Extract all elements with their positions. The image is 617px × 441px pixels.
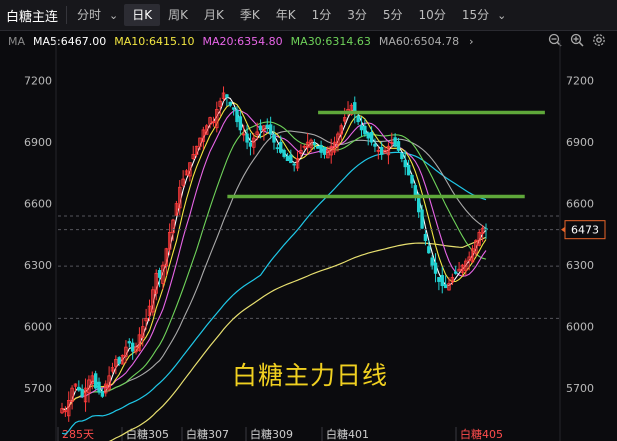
candle-body (363, 125, 367, 135)
candle-body (279, 141, 283, 153)
tab-1min[interactable]: 1分 (304, 4, 340, 26)
candle-body (238, 116, 243, 131)
candle-body (400, 153, 404, 159)
candle-body (420, 209, 424, 229)
candle-body (427, 246, 431, 254)
candle-body (393, 137, 397, 147)
candle-body (423, 233, 428, 241)
candle-body (454, 271, 458, 274)
contract-title[interactable]: 白糖主连 (0, 6, 64, 25)
candle-body (406, 164, 411, 176)
candle-body (322, 147, 327, 155)
candle-body (316, 145, 320, 149)
candle-body (289, 154, 293, 164)
candle-body (319, 144, 323, 153)
tab-5min[interactable]: 5分 (375, 4, 411, 26)
y-tick-label: 6300 (566, 259, 594, 272)
candle-body (130, 342, 135, 352)
candle-body (369, 132, 374, 143)
candle-body (282, 149, 286, 157)
candle-body (433, 262, 438, 274)
candle-body (235, 109, 239, 123)
y-tick-label: 7200 (24, 75, 52, 88)
chart-annotation: 白糖主力日线 (232, 361, 388, 390)
candle-body (379, 146, 384, 155)
candle-body (373, 143, 377, 147)
y-tick-label: 6600 (566, 198, 594, 211)
candle-body (356, 115, 360, 123)
y-tick-label: 6900 (566, 136, 594, 149)
candle-body (403, 160, 407, 168)
candle-body (272, 134, 276, 143)
candle-body (268, 124, 273, 135)
chevron-down-icon[interactable]: ⌄ (109, 9, 124, 22)
x-tick-label: 白糖405 (460, 427, 503, 441)
y-tick-label: 6000 (566, 321, 594, 334)
toolbar: 白糖主连 分时 ⌄ 日K 周K 月K 季K 年K 1分 3分 5分 10分 15… (0, 0, 617, 31)
tab-15min[interactable]: 15分 (454, 4, 497, 26)
candle-body (410, 175, 414, 184)
chevron-down-icon[interactable]: ⌄ (497, 9, 512, 22)
candle-body (366, 132, 370, 139)
y-tick-label: 5700 (24, 382, 52, 395)
candle-body (440, 275, 444, 287)
tab-weekly-k[interactable]: 周K (160, 4, 196, 26)
kline-chart[interactable]: 7200 7200 6900 6900 6600 6600 6300 6300 6000 6000… (0, 30, 617, 441)
candle-body (430, 257, 434, 266)
tab-monthly-k[interactable]: 月K (196, 4, 232, 26)
candle-body (248, 142, 253, 147)
candle-body (437, 277, 441, 282)
tab-10min[interactable]: 10分 (411, 4, 454, 26)
y-tick-label: 6300 (24, 259, 52, 272)
candle-body (157, 270, 162, 278)
candle-body (285, 155, 290, 162)
tab-quarterly-k[interactable]: 季K (232, 4, 268, 26)
x-tick-label: 白糖307 (186, 427, 229, 441)
candle-body (225, 94, 229, 98)
candle-body (127, 341, 132, 344)
candle-body (265, 124, 269, 129)
candle-body (117, 357, 121, 364)
candle-body (80, 389, 84, 397)
ma250-line (108, 236, 487, 441)
current-price-label: 6473 (571, 224, 599, 237)
tab-3min[interactable]: 3分 (339, 4, 375, 26)
tab-yearly-k[interactable]: 年K (268, 4, 304, 26)
y-tick-label: 6000 (24, 321, 52, 334)
tab-intraday[interactable]: 分时 (69, 4, 109, 26)
candle-body (359, 125, 364, 131)
candle-body (312, 142, 317, 145)
x-tick-label: 白糖309 (250, 427, 293, 441)
candle-body (228, 101, 232, 106)
x-tick-label: 285天 (62, 428, 94, 441)
candle-body (275, 147, 280, 150)
candle-body (100, 391, 105, 397)
candle-body (231, 107, 236, 110)
divider (66, 6, 68, 24)
candle-body (77, 386, 81, 391)
candle-body (245, 133, 249, 143)
candle-body (443, 284, 448, 289)
y-tick-label: 5700 (566, 382, 594, 395)
candle-body (292, 163, 296, 166)
candle-body (413, 185, 418, 196)
y-tick-label: 7200 (566, 75, 594, 88)
x-tick-label: 白糖401 (326, 427, 369, 441)
candle-body (396, 141, 401, 151)
candle-body (97, 381, 101, 393)
y-tick-label: 6900 (24, 136, 52, 149)
candle-body (93, 373, 98, 389)
tab-daily-k[interactable]: 日K (124, 4, 161, 26)
candle-body (258, 125, 263, 131)
y-tick-label: 6600 (24, 198, 52, 211)
